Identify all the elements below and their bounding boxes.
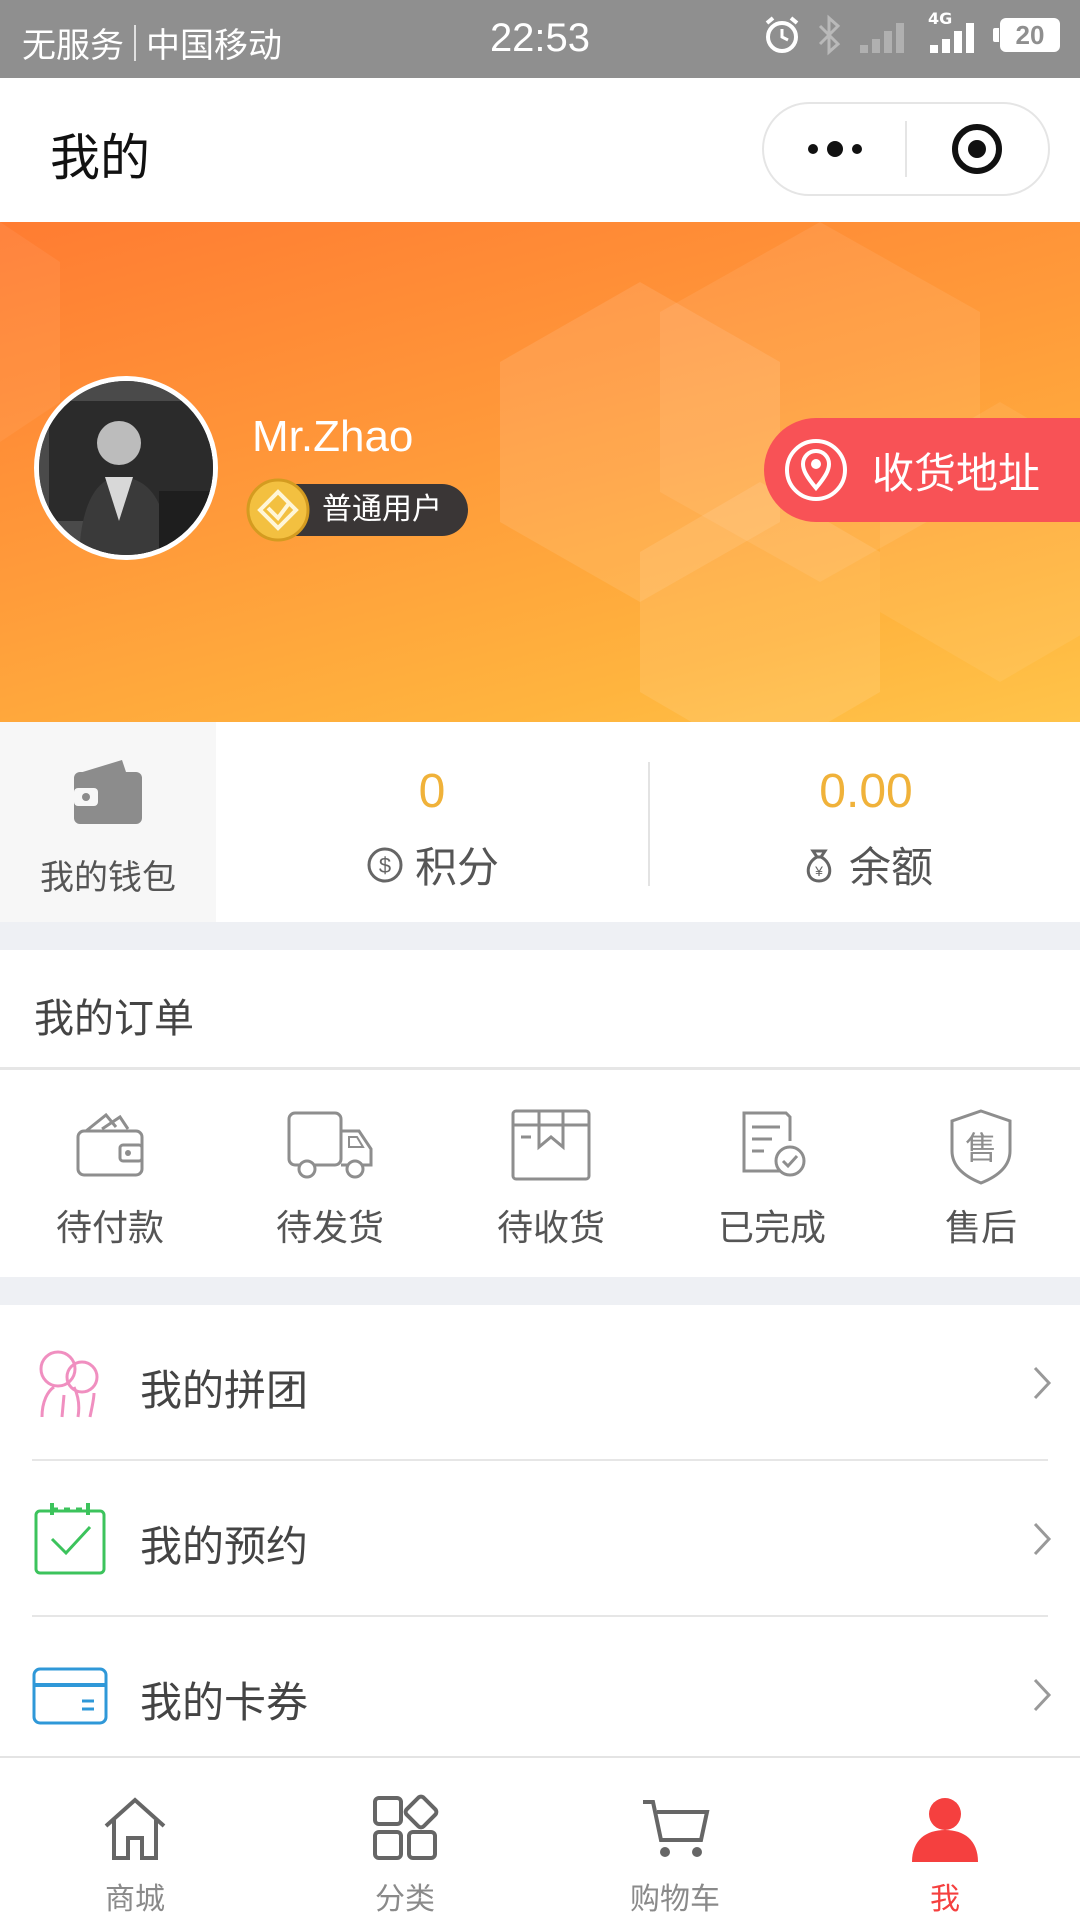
svg-text:售: 售 [965,1129,997,1167]
truck-icon [287,1111,373,1179]
my-wallet-label: 我的钱包 [40,858,176,898]
dollar-coin-icon: $ [367,847,403,882]
signal-1-icon [860,23,904,53]
menu-coupons[interactable]: 我的卡券 [0,1617,1080,1773]
menu-appointment-label: 我的预约 [140,1522,309,1571]
more-dots-icon [807,141,862,157]
balance-stat[interactable]: 0.00 ¥ 余额 [650,722,1080,922]
tab-cart[interactable]: 购物车 [540,1758,810,1920]
vip-diamond-icon [246,478,310,542]
svg-text:$: $ [379,853,391,878]
bottom-tab-bar: 商城 分类 购物车 我 [0,1756,1080,1920]
tab-mall[interactable]: 商城 [0,1758,270,1920]
wallet-icon [76,1112,144,1177]
network-type: 4G [928,9,953,28]
group-buy-icon [39,1350,99,1418]
order-after-sale[interactable]: 售 售后 [873,1073,1080,1277]
section-gap-2 [0,1277,1080,1305]
document-check-icon [742,1111,806,1177]
card-icon [32,1667,108,1725]
tab-me[interactable]: 我 [810,1758,1080,1920]
shipping-address-button[interactable]: 收货地址 [764,418,1080,522]
money-bag-icon: ¥ [806,849,832,883]
wallet-row: 我的钱包 0 $ 积分 0.00 ¥ 余额 [0,722,1080,922]
chevron-right-icon [1033,1366,1052,1400]
svg-text:¥: ¥ [814,863,823,879]
nav-bar: 我的 [0,78,1080,222]
location-pin-icon [785,439,847,501]
cart-icon [643,1800,710,1857]
order-pending-payment-label: 待付款 [55,1208,164,1249]
points-label: 积分 [414,843,499,892]
tab-mall-label: 商城 [105,1882,165,1917]
target-circle-icon [952,124,1003,174]
avatar[interactable] [34,376,218,560]
profile-banner: Mr.Zhao 普通用户 收货地址 [0,222,1080,722]
battery-indicator: 20 [993,18,1060,52]
calendar-check-icon [34,1503,106,1575]
my-wallet-button[interactable]: 我的钱包 [0,722,216,922]
after-sale-shield-icon: 售 [950,1109,1012,1185]
chevron-right-icon [1033,1678,1052,1712]
bluetooth-icon [818,14,841,56]
page-title: 我的 [50,129,150,187]
points-value: 0 [418,765,446,818]
menu-coupons-label: 我的卡券 [140,1678,309,1727]
user-icon [912,1798,978,1862]
points-stat[interactable]: 0 $ 积分 [216,722,648,922]
balance-label: 余额 [848,843,933,892]
my-orders-header[interactable]: 我的订单 [0,950,1080,1070]
home-icon [104,1797,166,1860]
wallet-icon [74,760,142,824]
tab-me-label: 我 [930,1882,960,1917]
member-level-text: 普通用户 [322,492,442,527]
order-status-row: 待付款 待发货 待收货 已完成 售 售后 [0,1073,1080,1277]
signal-2-icon: 4G [928,9,986,55]
close-button[interactable] [907,104,1048,194]
status-bar: 无服务 中国移动 22:53 4G 20 [0,0,1080,78]
order-after-sale-label: 售后 [944,1208,1017,1249]
section-gap [0,922,1080,950]
tab-cart-label: 购物车 [630,1882,720,1917]
box-icon [511,1109,591,1181]
balance-value: 0.00 [819,765,913,818]
order-completed-label: 已完成 [717,1208,826,1249]
order-pending-payment[interactable]: 待付款 [2,1073,218,1277]
order-pending-receipt-label: 待收货 [496,1208,605,1249]
username: Mr.Zhao [252,412,414,461]
order-pending-receipt[interactable]: 待收货 [443,1073,659,1277]
more-button[interactable] [764,104,905,194]
order-pending-shipment-label: 待发货 [275,1208,384,1249]
menu-appointment[interactable]: 我的预约 [0,1461,1080,1617]
category-icon [373,1794,439,1860]
member-level-badge: 普通用户 [246,478,468,542]
shipping-address-label: 收货地址 [872,448,1041,498]
menu-group-buy-label: 我的拼团 [140,1366,309,1415]
order-pending-shipment[interactable]: 待发货 [222,1073,438,1277]
chevron-right-icon [1033,1522,1052,1556]
mini-program-capsule [762,102,1050,196]
order-completed[interactable]: 已完成 [664,1073,880,1277]
my-orders-title: 我的订单 [34,996,194,1042]
tab-category-label: 分类 [375,1882,435,1917]
alarm-icon [765,16,799,53]
menu-group-buy[interactable]: 我的拼团 [0,1305,1080,1461]
status-icons: 4G 20 [762,9,1060,56]
tab-category[interactable]: 分类 [270,1758,540,1920]
